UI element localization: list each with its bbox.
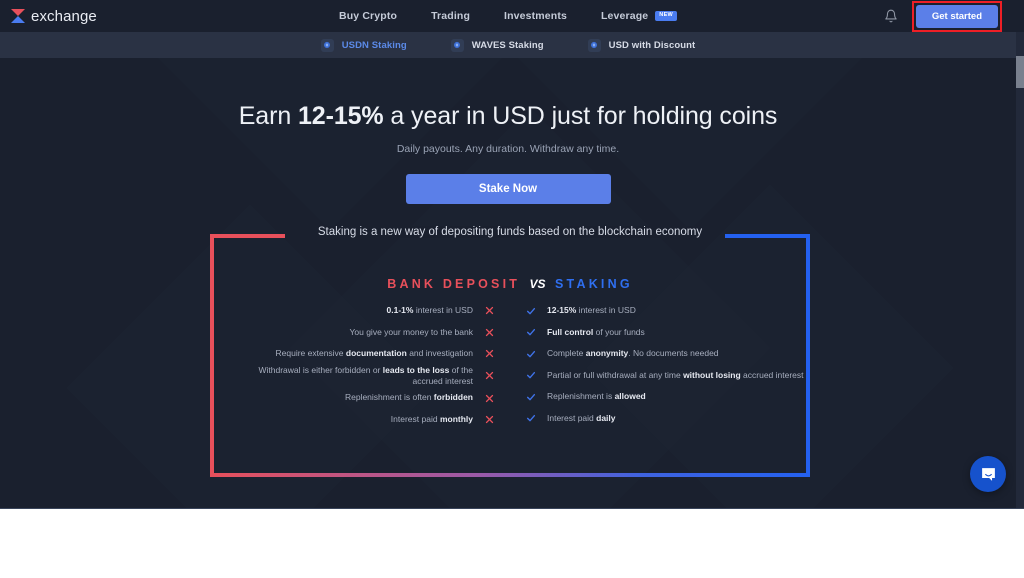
secondary-navigation-bar: USDN Staking WAVES Staking USD with Disc… <box>0 32 1016 58</box>
comparison-row: Partial or full withdrawal at any time w… <box>524 365 810 387</box>
check-icon <box>524 304 538 318</box>
comparison-row: Complete anonymity. No documents needed <box>524 343 810 365</box>
comparison-row: Replenishment is allowed <box>524 386 810 408</box>
comparison-row: Withdrawal is either forbidden or leads … <box>210 365 496 388</box>
comparison-headings: BANK DEPOSIT VS STAKING <box>210 275 810 293</box>
chat-bubble-icon <box>980 466 997 483</box>
check-icon <box>524 368 538 382</box>
cross-icon <box>482 325 496 339</box>
brand-name: exchange <box>31 7 97 25</box>
coin-icon <box>587 38 601 52</box>
comparison-row-text: Interest paid daily <box>547 412 616 423</box>
nav-label: Buy Crypto <box>338 10 398 22</box>
nav-item-buy-crypto[interactable]: Buy Crypto <box>339 10 397 22</box>
subnav-label: WAVES Staking <box>471 39 544 51</box>
cross-icon <box>482 413 496 427</box>
comparison-row-text: Complete anonymity. No documents needed <box>547 348 719 359</box>
comparison-row: 0.1-1% interest in USD <box>210 300 496 322</box>
bank-deposit-column: 0.1-1% interest in USD You give your mone… <box>210 300 500 430</box>
subnav-label: USDN Staking <box>341 39 407 51</box>
hero-title-post: a year in USD just for holding coins <box>383 102 778 130</box>
comparison-row-text: Interest paid monthly <box>390 413 473 424</box>
comparison-row: Full control of your funds <box>524 322 810 344</box>
comparison-caption-text: Staking is a new way of depositing funds… <box>305 226 715 238</box>
nav-label: Trading <box>431 10 471 22</box>
comparison-row: Interest paid daily <box>524 408 810 430</box>
subnav-item-waves-staking[interactable]: WAVES Staking <box>450 38 544 52</box>
comparison-row: Replenishment is often forbidden <box>210 387 496 409</box>
subnav-label: USD with Discount <box>608 39 696 51</box>
coin-icon <box>320 38 334 52</box>
nav-label: Investments <box>504 10 567 22</box>
comparison-row: Interest paid monthly <box>210 409 496 431</box>
coin-icon <box>450 38 464 52</box>
new-badge: NEW <box>655 11 678 21</box>
check-icon <box>524 390 538 404</box>
comparison-row-text: Require extensive documentation and inve… <box>275 348 474 359</box>
heading-bank-deposit: BANK DEPOSIT <box>387 277 521 291</box>
brand-logo[interactable]: exchange <box>11 8 97 25</box>
chat-launcher-button[interactable] <box>970 456 1006 492</box>
comparison-row-text: Partial or full withdrawal at any time w… <box>547 369 804 380</box>
comparison-columns: 0.1-1% interest in USD You give your mone… <box>210 300 810 430</box>
heading-staking: STAKING <box>555 277 633 291</box>
nav-item-investments[interactable]: Investments <box>504 10 567 22</box>
comparison-row-text: You give your money to the bank <box>349 326 474 337</box>
cross-icon <box>482 391 496 405</box>
frame-bottom-gradient <box>210 473 810 477</box>
staking-column: 12-15% interest in USD Full control of yo… <box>500 300 810 430</box>
hourglass-logo-icon <box>11 8 25 24</box>
nav-item-leverage[interactable]: Leverage NEW <box>600 10 678 22</box>
hero-section: Earn 12-15% a year in USD just for holdi… <box>0 58 1016 204</box>
page-title: Earn 12-15% a year in USD just for holdi… <box>0 102 1016 131</box>
comparison-row-text: Replenishment is often forbidden <box>344 392 473 403</box>
stake-now-button[interactable]: Stake Now <box>405 174 611 204</box>
cross-icon <box>482 304 496 318</box>
comparison-row-text: Replenishment is allowed <box>547 391 646 402</box>
subnav-item-usdn-staking[interactable]: USDN Staking <box>320 38 407 52</box>
cross-icon <box>482 369 496 383</box>
heading-vs: VS <box>529 277 546 291</box>
comparison-row-text: 0.1-1% interest in USD <box>386 305 473 316</box>
comparison-row-text: 12-15% interest in USD <box>547 305 636 316</box>
check-icon <box>524 325 538 339</box>
page-scrollbar-track[interactable] <box>1016 32 1024 508</box>
comparison-row: You give your money to the bank <box>210 322 496 344</box>
comparison-caption: Staking is a new way of depositing funds… <box>210 226 810 238</box>
check-icon <box>524 411 538 425</box>
check-icon <box>524 347 538 361</box>
browser-viewport: exchange Buy Crypto Trading Investments … <box>0 0 1024 509</box>
top-navigation-bar: exchange Buy Crypto Trading Investments … <box>0 0 1016 32</box>
get-started-button[interactable]: Get started <box>915 4 998 28</box>
top-nav-right-actions: Get started <box>884 0 1016 32</box>
subnav-item-usd-with-discount[interactable]: USD with Discount <box>587 38 696 52</box>
comparison-row-text: Full control of your funds <box>547 326 645 337</box>
hero-title-highlight: 12-15% <box>297 102 384 130</box>
hero-title-pre: Earn <box>238 102 298 130</box>
get-started-highlight-box: Get started <box>911 0 1003 32</box>
nav-label: Leverage <box>600 10 649 22</box>
comparison-section: Staking is a new way of depositing funds… <box>210 226 810 477</box>
cross-icon <box>482 347 496 361</box>
comparison-row: 12-15% interest in USD <box>524 300 810 322</box>
nav-item-trading[interactable]: Trading <box>431 10 470 22</box>
main-nav-items: Buy Crypto Trading Investments Leverage … <box>0 10 1016 22</box>
hero-subtitle: Daily payouts. Any duration. Withdraw an… <box>396 143 620 155</box>
comparison-row-text: Withdrawal is either forbidden or leads … <box>258 364 473 386</box>
bell-icon[interactable] <box>884 9 898 23</box>
page-root: exchange Buy Crypto Trading Investments … <box>0 0 1024 578</box>
page-scrollbar-thumb[interactable] <box>1016 56 1024 88</box>
comparison-row: Require extensive documentation and inve… <box>210 343 496 365</box>
